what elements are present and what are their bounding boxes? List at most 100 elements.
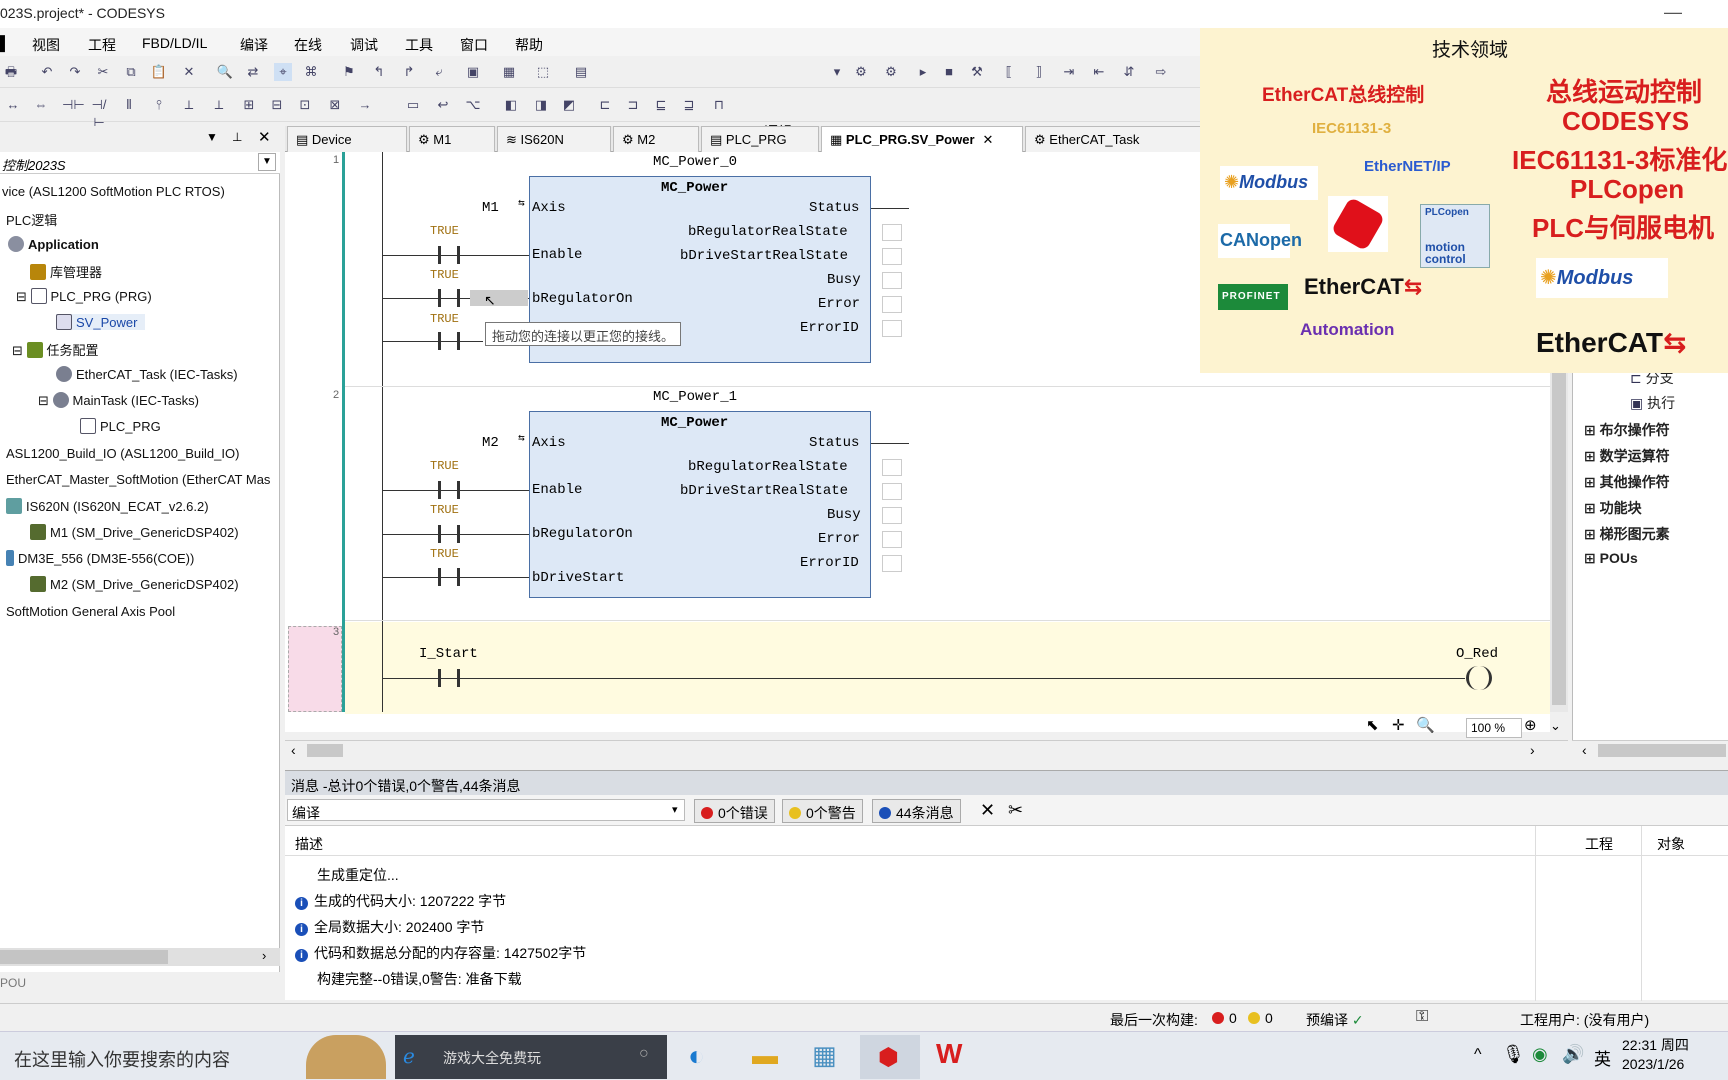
print-icon[interactable]: 🖶 [2, 63, 20, 81]
tree-item-ethercat-task[interactable]: EtherCAT_Task (IEC-Tasks) [56, 366, 238, 382]
output-slot[interactable] [882, 483, 902, 500]
messages-filter[interactable]: 44条消息 [872, 799, 961, 823]
menu-fbd[interactable]: FBD/LD/IL [142, 35, 207, 51]
ime-indicator[interactable]: 英 [1594, 1045, 1611, 1070]
ld-align3-icon[interactable]: ⊑ [652, 96, 670, 114]
force-icon[interactable]: ⇵ [1120, 63, 1138, 81]
ld-label-icon[interactable]: ▭ [404, 96, 422, 114]
tab-plc-prg[interactable]: ▤ PLC_PRG [701, 126, 819, 152]
flag-icon[interactable]: ⚑ [340, 63, 358, 81]
ld-parallel-icon[interactable]: ⫴ [120, 96, 138, 114]
calendar-icon[interactable]: ▤ [572, 63, 590, 81]
select-tool-icon[interactable]: ⬉ [1366, 716, 1379, 734]
col-description[interactable]: 描述 [295, 834, 323, 854]
ld-align4-icon[interactable]: ⊒ [680, 96, 698, 114]
cut-icon[interactable]: ✂ [94, 63, 112, 81]
bookmark-find-icon[interactable]: ⌖ [274, 63, 292, 81]
drag-connection-highlight[interactable] [470, 290, 528, 306]
step-into-icon[interactable]: ⇥ [1060, 63, 1078, 81]
output-slot[interactable] [882, 507, 902, 524]
microphone-icon[interactable]: 🎙 [1502, 1044, 1525, 1065]
pin-icon[interactable]: ⊥ [232, 130, 242, 144]
ld-contact-icon[interactable]: ⊣⊢ [62, 96, 85, 114]
clear-bookmark-icon[interactable]: ⤶ [430, 63, 448, 81]
message-row[interactable]: i 生成的代码大小: 1207222 字节 [295, 891, 506, 911]
ld-coil-icon[interactable]: ⫯ [150, 96, 168, 114]
file-explorer-icon[interactable]: ▬ [752, 1040, 778, 1071]
wps-icon[interactable]: W [936, 1038, 962, 1070]
prev-bookmark-icon[interactable]: ↰ [370, 63, 388, 81]
network-3-area[interactable] [345, 622, 1550, 714]
network-app-icon[interactable]: ▦ [812, 1040, 837, 1071]
col-object[interactable]: 对象 [1657, 834, 1685, 854]
output-slot[interactable] [882, 459, 902, 476]
ld-neg-contact-icon[interactable]: ⊣/⊢ [90, 96, 108, 130]
step-icon[interactable]: ⟦ [1000, 63, 1018, 81]
axis-variable[interactable]: M1 [482, 200, 499, 216]
browser-taskbar-item[interactable]: ℯ 游戏大全免费玩 ○ [395, 1035, 667, 1079]
ld-align2-icon[interactable]: ⊐ [624, 96, 642, 114]
find-icon[interactable]: 🔍 [216, 63, 234, 81]
ld-branch-icon[interactable]: ⌥ [464, 96, 482, 114]
tree-item-main-task[interactable]: ⊟ MainTask (IEC-Tasks) [38, 392, 199, 409]
move-tool-icon[interactable]: ✛ [1392, 716, 1405, 734]
scroll-left-icon[interactable]: ‹ [1582, 742, 1587, 758]
editor-hscroll-thumb[interactable] [307, 744, 343, 757]
tree-item-sv-power[interactable]: SV_Power [56, 314, 146, 330]
codesys-taskbar-item[interactable]: ⬢ [860, 1035, 920, 1079]
tree-item-plc-prg-call[interactable]: PLC_PRG [80, 418, 161, 434]
window-icon[interactable]: ▣ [464, 63, 482, 81]
zoom-fit-icon[interactable]: ⊕ [1524, 716, 1537, 734]
logout-icon[interactable]: ⚙ [882, 63, 900, 81]
contact-i-start[interactable] [438, 669, 460, 687]
tray-expand-icon[interactable]: ^ [1474, 1046, 1482, 1064]
taskbar-search-input[interactable]: 在这里输入你要搜索的内容 [14, 1046, 230, 1072]
tree-hscroll-thumb[interactable] [0, 950, 168, 964]
tree-hscroll[interactable]: › [0, 948, 280, 966]
output-slot[interactable] [882, 531, 902, 548]
edge-icon[interactable]: ◐ [688, 1040, 705, 1072]
errors-filter[interactable]: 0个错误 [694, 799, 775, 823]
tree-item-task-config[interactable]: ⊟ 任务配置 [12, 340, 99, 359]
stop-icon[interactable]: ■ [940, 63, 958, 81]
contact-regulator-2[interactable] [438, 525, 460, 543]
menu-debug[interactable]: 调试 [350, 35, 378, 55]
menu-edge[interactable]: ▌ [0, 35, 10, 51]
ld-network-icon[interactable]: ↔ [4, 96, 22, 114]
copy-icon[interactable]: ⧉ [122, 63, 140, 81]
output-slot[interactable] [882, 320, 902, 337]
coil-variable[interactable]: O_Red [1456, 646, 1498, 662]
replace-icon[interactable]: ⇄ [244, 63, 262, 81]
paste-icon[interactable]: 📋 [150, 63, 168, 81]
output-slot[interactable] [882, 296, 902, 313]
menu-help[interactable]: 帮助 [515, 35, 543, 55]
ld-align-icon[interactable]: ⊏ [596, 96, 614, 114]
tree-item-plc-logic[interactable]: PLC逻辑 [6, 210, 57, 229]
close-tab-icon[interactable]: ✕ [983, 132, 994, 147]
fb-instance-name[interactable]: MC_Power_0 [653, 154, 737, 170]
pane-dropdown-icon[interactable]: ▼ [206, 130, 218, 144]
tree-item-device[interactable]: vice (ASL1200 SoftMotion PLC RTOS) [2, 184, 225, 199]
zoom-dropdown-icon[interactable]: ⌄ [1550, 718, 1561, 734]
menu-window[interactable]: 窗口 [460, 35, 488, 55]
step-over-icon[interactable]: ⟧ [1030, 63, 1048, 81]
tab-sv-power[interactable]: ▦ PLC_PRG.SV_Power ✕ [821, 126, 1023, 152]
login-icon[interactable]: ⚙ [852, 63, 870, 81]
scroll-right-icon[interactable]: › [262, 948, 266, 963]
output-slot[interactable] [882, 248, 902, 265]
ld-reset-icon[interactable]: ⟂ [210, 96, 228, 114]
ld-edge2-icon[interactable]: ◩ [560, 96, 578, 114]
volume-icon[interactable]: 🔊 [1562, 1044, 1584, 1065]
contact-enable-2[interactable] [438, 481, 460, 499]
output-slot[interactable] [882, 272, 902, 289]
tab-is620n[interactable]: ≋ IS620N [497, 126, 611, 152]
ld-input-icon[interactable]: ⊠ [326, 96, 344, 114]
tree-item-ethercat-master[interactable]: EtherCAT_Master_SoftMotion (EtherCAT Mas [6, 472, 270, 487]
contact-drive-start[interactable] [438, 332, 460, 350]
coil-o-red[interactable] [1466, 666, 1492, 690]
wechat-icon[interactable]: ◉ [1532, 1044, 1548, 1065]
tab-device[interactable]: ▤ Device [287, 126, 407, 152]
user-management-icon[interactable]: ⚿ [1416, 1008, 1428, 1026]
menu-build[interactable]: 编译 [240, 35, 268, 55]
toolbox-group-math[interactable]: ⊞ 数学运算符 [1584, 446, 1670, 466]
